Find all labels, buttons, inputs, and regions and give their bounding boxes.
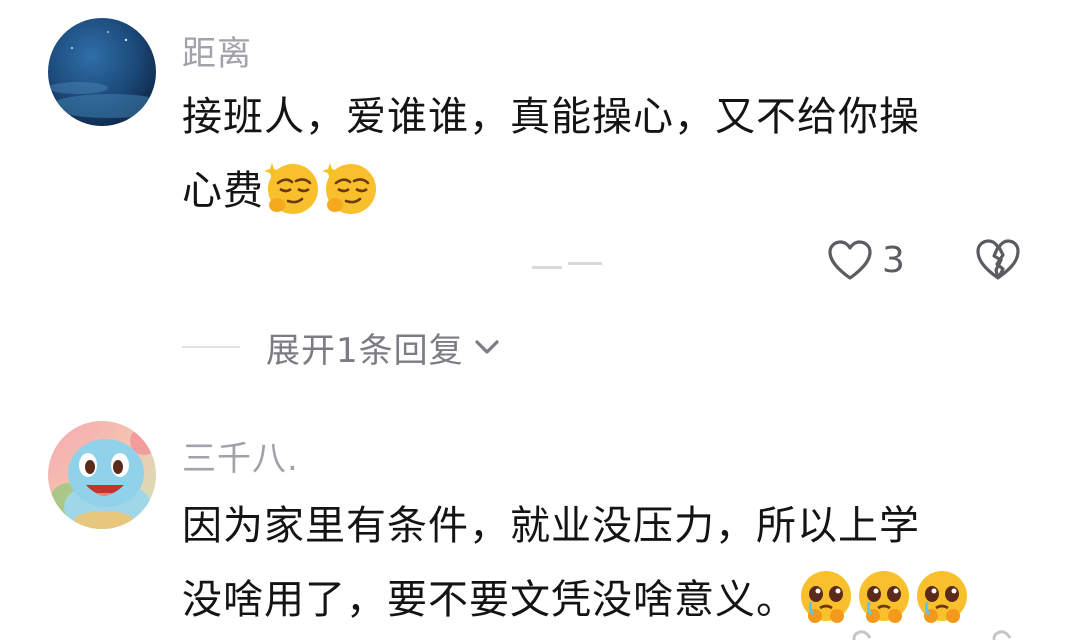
pleading-tears-emoji-icon [797,568,855,626]
comment-text-line: 心费 [182,154,1022,228]
avatar[interactable] [48,18,156,126]
comment-text-fragment: 没啥用了，要不要文凭没啥意义。 [182,577,797,623]
next-actions-partial [850,622,1030,640]
dislike-button[interactable] [974,236,1022,282]
divider [182,346,240,348]
chevron-down-icon [475,340,499,354]
comment-text-fragment: 心费 [182,168,264,214]
avatar[interactable] [48,421,156,529]
username[interactable]: 距离 [182,26,252,75]
pleading-tears-emoji-icon [913,568,971,626]
comment-text-line: 因为家里有条件，就业没压力，所以上学 [182,503,920,549]
expand-replies-button[interactable]: 展开1条回复 [182,322,502,372]
comment-text: 因为家里有条件，就业没压力，所以上学 没啥用了，要不要文凭没啥意义。 [182,489,1022,637]
heart-outline-icon [828,240,872,280]
comment-text-line: 接班人，爱谁谁，真能操心，又不给你操 [182,94,920,140]
comment-text: 接班人，爱谁谁，真能操心，又不给你操 心费 [182,80,1022,228]
pleading-tears-emoji-icon [855,568,913,626]
like-count: 3 [882,239,905,281]
comment-list: 距离 接班人，爱谁谁，真能操心，又不给你操 心费 3 展开1条回复 三千八. 因… [0,0,1080,640]
broken-heart-icon [976,239,1020,280]
smirk-emoji-icon [264,159,322,217]
like-button[interactable]: 3 [826,232,905,288]
expand-replies-label: 展开1条回复 [266,330,464,371]
username[interactable]: 三千八. [182,431,299,480]
avatar-cartoon-turtle-image [48,421,156,529]
bleed-through-artifact [528,252,608,276]
smirk-emoji-icon [322,159,380,217]
avatar-sky-image [48,18,156,126]
